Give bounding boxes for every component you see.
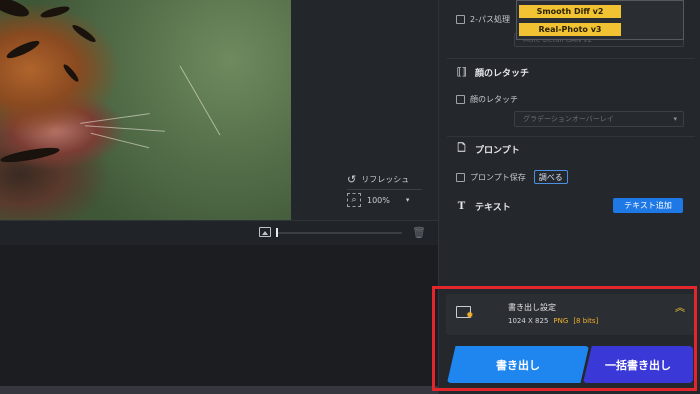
prompt-section-header: 🗋 プロンプト — [455, 143, 520, 156]
face-retouch-dropdown-value: グラデーションオーバーレイ — [523, 115, 614, 123]
thumbnail-toolbar: 🗑 — [0, 221, 438, 245]
zoom-fit-icon: ⌕ — [347, 193, 361, 207]
model-option-smooth-diff[interactable]: Smooth Diff v2 — [519, 5, 621, 18]
face-retouch-label: 顔のレタッチ — [470, 95, 518, 104]
prompt-save-option[interactable]: プロンプト保存 調べる — [456, 170, 568, 184]
trash-icon[interactable]: 🗑 — [412, 226, 426, 239]
face-scan-icon: ⟦⟧ — [456, 67, 467, 78]
face-retouch-checkbox[interactable] — [456, 95, 465, 104]
expand-up-icon[interactable]: ︽ — [675, 304, 685, 314]
zoom-divider — [347, 189, 422, 190]
app-window: ↺ リフレッシュ ⌕ 100% ▾ 🗑 2-パス処理 More-Detail G… — [0, 0, 700, 394]
batch-export-button[interactable]: 一括書き出し — [583, 346, 693, 383]
export-settings-card[interactable]: ✹ 書き出し設定 1024 X 825 PNG [8 bits] ︽ — [446, 294, 695, 335]
slider-handle[interactable] — [276, 228, 278, 237]
chevron-down-icon: ▾ — [673, 115, 677, 123]
export-settings-title: 書き出し設定 — [508, 303, 556, 312]
face-retouch-option[interactable]: 顔のレタッチ — [456, 94, 518, 105]
export-format: PNG — [553, 317, 569, 325]
text-title: テキスト — [475, 203, 511, 213]
export-bit-depth: [8 bits] — [573, 317, 599, 325]
image-canvas[interactable]: ↺ リフレッシュ ⌕ 100% ▾ — [0, 0, 438, 220]
model-options-popup: Smooth Diff v2 Real-Photo v3 — [516, 0, 684, 40]
prompt-title: プロンプト — [475, 146, 520, 156]
two-pass-option[interactable]: 2-パス処理 — [456, 14, 510, 25]
divider — [447, 58, 695, 59]
preview-image — [0, 0, 291, 220]
divider — [447, 136, 695, 137]
export-size: 1024 X 825 — [508, 317, 549, 325]
text-section-header: T テキスト — [455, 200, 511, 213]
two-pass-label: 2-パス処理 — [470, 15, 510, 24]
thumbnail-area — [0, 245, 438, 386]
export-button[interactable]: 書き出し — [447, 346, 589, 383]
thumbnail-size-slider[interactable] — [276, 232, 402, 234]
zoom-value: 100% — [367, 195, 390, 205]
settings-panel: 2-パス処理 More-Detail GAN v2 Smooth Diff v2… — [438, 0, 700, 394]
add-text-button[interactable]: テキスト追加 — [613, 198, 683, 213]
two-pass-checkbox[interactable] — [456, 15, 465, 24]
face-retouch-section-header: ⟦⟧ 顔のレタッチ — [455, 66, 529, 79]
gear-icon: ✹ — [466, 311, 474, 321]
face-retouch-title: 顔のレタッチ — [475, 69, 530, 79]
refresh-control[interactable]: ↺ リフレッシュ — [347, 173, 409, 186]
document-icon: 🗋 — [457, 143, 466, 154]
model-option-real-photo[interactable]: Real-Photo v3 — [519, 23, 621, 36]
chevron-down-icon[interactable]: ▾ — [406, 196, 410, 204]
image-icon[interactable] — [259, 227, 271, 237]
export-settings-info: 1024 X 825 PNG [8 bits] — [508, 317, 598, 325]
prompt-save-checkbox[interactable] — [456, 172, 465, 182]
refresh-icon: ↺ — [347, 173, 357, 186]
refresh-label: リフレッシュ — [361, 175, 410, 184]
lookup-button[interactable]: 調べる — [533, 170, 568, 184]
prompt-save-label: プロンプト保存 — [470, 172, 526, 182]
face-retouch-dropdown[interactable]: グラデーションオーバーレイ ▾ — [514, 111, 684, 127]
text-icon: T — [457, 201, 466, 212]
zoom-control[interactable]: ⌕ 100% ▾ — [347, 193, 409, 207]
horizontal-scrollbar[interactable] — [0, 386, 438, 394]
